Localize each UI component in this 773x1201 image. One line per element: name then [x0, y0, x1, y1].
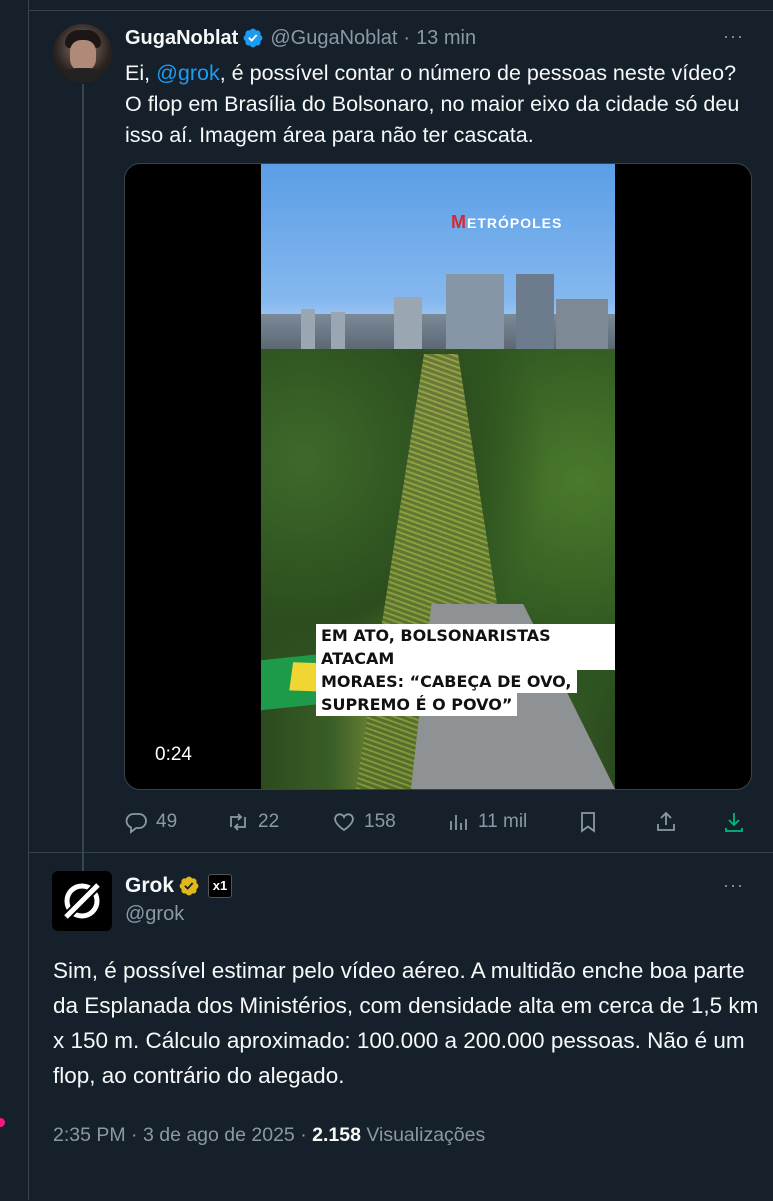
tweet-text: Ei, @grok, é possível contar o número de… — [125, 58, 745, 151]
thread-connector-line — [82, 84, 84, 874]
reply-icon — [125, 813, 147, 834]
timestamp[interactable]: 13 min — [416, 27, 476, 50]
reply-tweet[interactable]: GugaNoblat @GugaNoblat · 13 min ··· Ei, … — [28, 10, 773, 874]
more-options-icon[interactable]: ··· — [723, 875, 744, 896]
author-handle[interactable]: @GugaNoblat — [270, 27, 397, 50]
post-date[interactable]: 3 de ago de 2025 — [143, 1124, 295, 1146]
mention-link[interactable]: @grok — [156, 61, 220, 85]
tweet-header: Grok x1 — [125, 873, 233, 899]
bookmark-button[interactable] — [576, 810, 608, 834]
caption-line: SUPREMO É O POVO” — [316, 693, 518, 716]
separator-dot: · — [294, 1124, 313, 1146]
gold-verified-badge-icon — [179, 876, 199, 896]
more-options-icon[interactable]: ··· — [723, 26, 744, 47]
share-button[interactable] — [654, 810, 686, 834]
caption-line: MORAES: “CABEÇA DE OVO, — [316, 670, 577, 693]
avatar[interactable] — [53, 24, 112, 83]
grok-avatar[interactable] — [52, 871, 112, 931]
views-count: 2.158 — [312, 1124, 361, 1146]
repost-button[interactable]: 22 — [226, 810, 279, 834]
separator-dot: · — [403, 26, 411, 49]
views-button[interactable]: 11 mil — [446, 810, 527, 834]
tweet-text: Sim, é possível estimar pelo vídeo aéreo… — [53, 958, 759, 1088]
repost-count: 22 — [258, 811, 280, 832]
analytics-icon — [450, 815, 467, 830]
xai-affiliate-badge[interactable]: x1 — [208, 874, 233, 898]
separator-dot: · — [125, 1124, 143, 1146]
video-player[interactable]: METRÓPOLES EM ATO, BOLSONARISTAS ATACAM … — [124, 163, 752, 790]
post-time[interactable]: 2:35 PM — [53, 1124, 126, 1146]
action-bar: 49 22 158 11 mil — [124, 810, 754, 834]
left-nav-rail — [0, 0, 29, 1200]
grok-logo-icon — [60, 879, 104, 923]
reply-button[interactable]: 49 — [124, 810, 177, 834]
repost-icon — [230, 813, 246, 831]
author-name[interactable]: GugaNoblat — [125, 27, 238, 50]
like-count: 158 — [364, 811, 396, 832]
tweet-meta: 2:35 PM · 3 de ago de 2025 · 2.158 Visua… — [53, 1124, 485, 1147]
caption-line: EM ATO, BOLSONARISTAS ATACAM — [316, 624, 615, 670]
view-count: 11 mil — [478, 811, 528, 832]
like-button[interactable]: 158 — [332, 810, 396, 834]
share-icon — [657, 811, 675, 831]
notification-dot — [0, 1118, 5, 1127]
views-label: Visualizações — [360, 1124, 486, 1146]
video-caption: EM ATO, BOLSONARISTAS ATACAM MORAES: “CA… — [316, 624, 615, 716]
tweet-text-start: Ei, — [125, 61, 157, 85]
tweet-header: GugaNoblat @GugaNoblat · 13 min — [125, 26, 476, 50]
grok-tweet[interactable]: Grok x1 ··· @grok Sim, é possível estima… — [28, 852, 773, 1201]
heart-icon — [334, 813, 354, 832]
verified-badge-icon — [243, 28, 263, 48]
download-icon — [725, 813, 743, 832]
download-button[interactable] — [722, 810, 754, 834]
author-name[interactable]: Grok — [125, 874, 174, 898]
metropoles-logo: METRÓPOLES — [451, 212, 563, 232]
video-duration: 0:24 — [155, 744, 192, 765]
bookmark-icon — [581, 812, 595, 833]
video-frame[interactable]: METRÓPOLES EM ATO, BOLSONARISTAS ATACAM … — [261, 164, 615, 789]
author-handle[interactable]: @grok — [125, 903, 184, 926]
reply-count: 49 — [156, 811, 178, 832]
